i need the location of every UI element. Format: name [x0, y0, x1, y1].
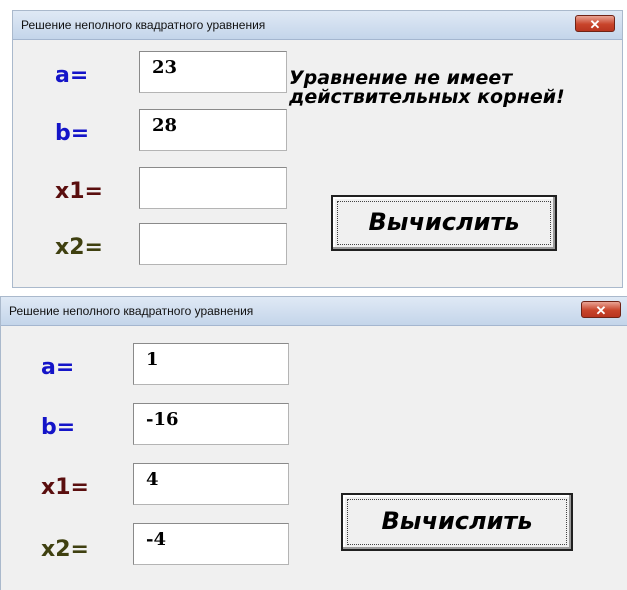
input-a[interactable]: 1 [133, 343, 289, 385]
close-icon: ✕ [595, 303, 607, 318]
close-button[interactable]: ✕ [575, 15, 615, 32]
window-title: Решение неполного квадратного уравнения [21, 18, 266, 32]
label-b: b= [41, 415, 76, 440]
title-bar: Решение неполного квадратного уравнения … [13, 11, 622, 40]
label-a: a= [55, 63, 89, 88]
input-b[interactable]: -16 [133, 403, 289, 445]
title-bar: Решение неполного квадратного уравнения … [1, 297, 627, 326]
input-b[interactable]: 28 [139, 109, 287, 151]
solver-window-2: Решение неполного квадратного уравнения … [0, 296, 627, 590]
output-x2[interactable]: -4 [133, 523, 289, 565]
label-x1: x1= [55, 179, 103, 204]
window-title: Решение неполного квадратного уравнения [9, 304, 254, 318]
close-icon: ✕ [589, 17, 601, 32]
calculate-button-label: Вычислить [368, 208, 520, 236]
calculate-button[interactable]: Вычислить [331, 195, 557, 251]
label-x2: x2= [55, 235, 103, 260]
output-x2[interactable] [139, 223, 287, 265]
result-message: Уравнение не имеет действительных корней… [289, 67, 565, 108]
label-x1: x1= [41, 475, 89, 500]
calculate-button-label: Вычислить [381, 507, 533, 535]
solver-window-1: Решение неполного квадратного уравнения … [12, 10, 623, 288]
label-a: a= [41, 355, 75, 380]
output-x1[interactable]: 4 [133, 463, 289, 505]
label-b: b= [55, 121, 90, 146]
output-x1[interactable] [139, 167, 287, 209]
calculate-button[interactable]: Вычислить [341, 493, 573, 551]
input-a[interactable]: 23 [139, 51, 287, 93]
label-x2: x2= [41, 537, 89, 562]
close-button[interactable]: ✕ [581, 301, 621, 318]
